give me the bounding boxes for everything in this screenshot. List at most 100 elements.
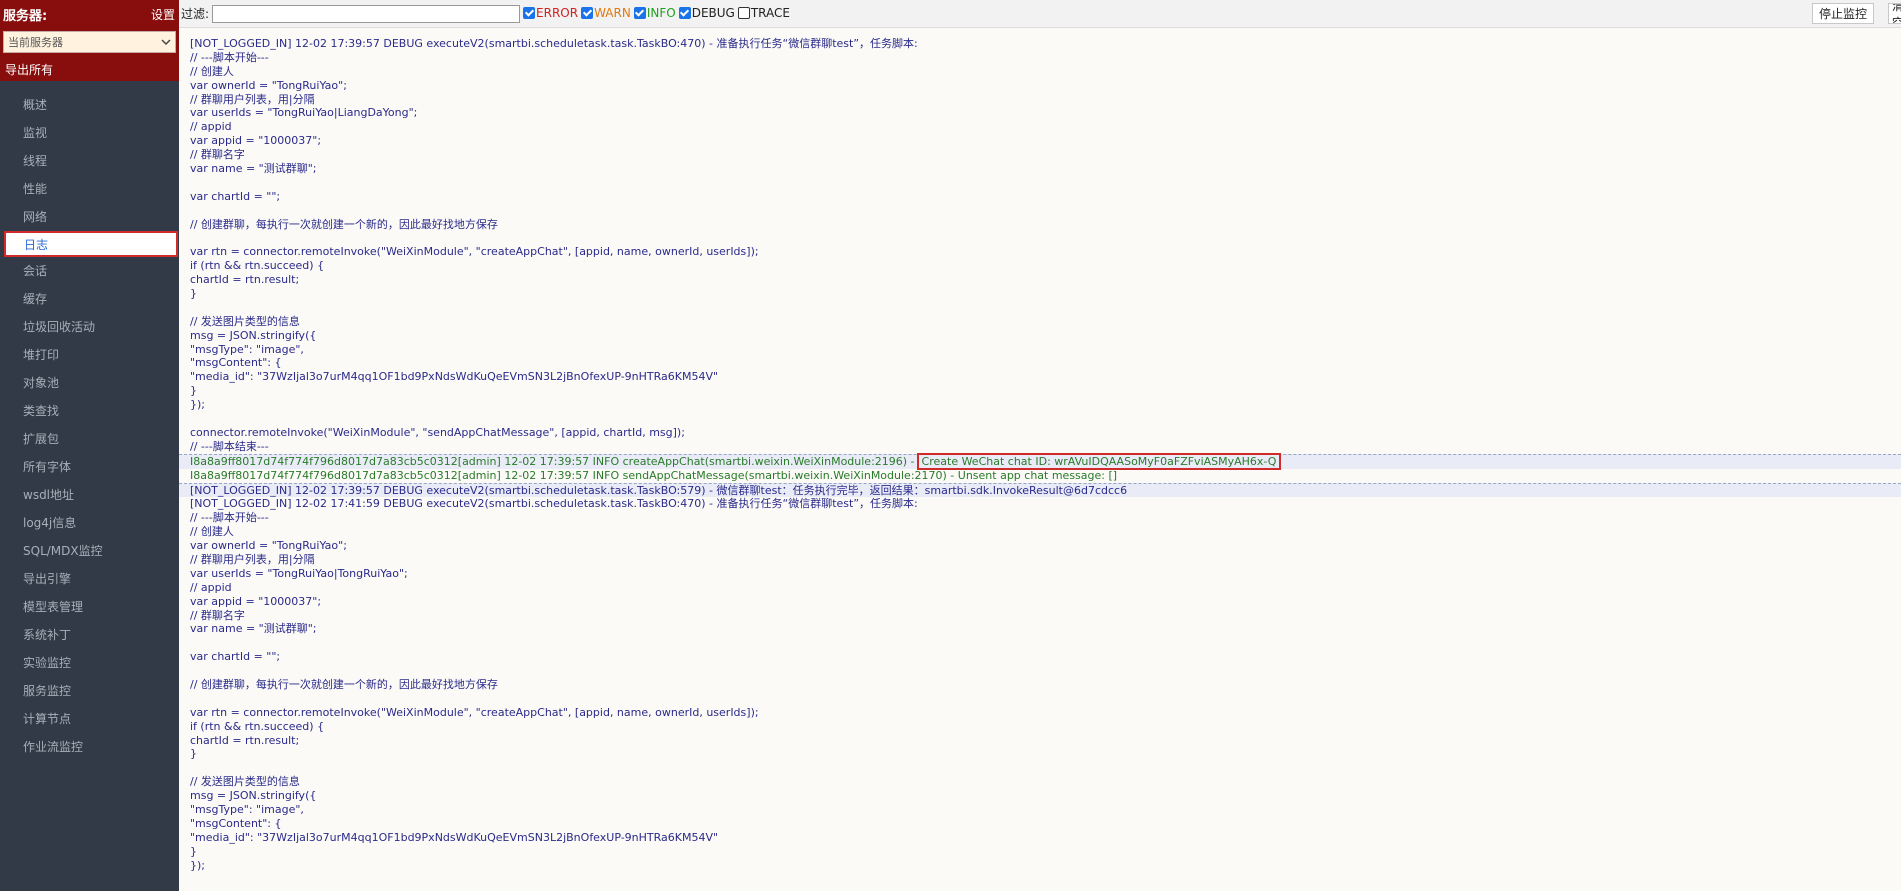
- sidebar-item[interactable]: 会话: [0, 257, 179, 285]
- log-line-text: var chartId = "";: [190, 189, 281, 203]
- log-line-text: // 创建人: [190, 64, 234, 78]
- log-line: // 创建人: [190, 525, 1901, 539]
- level-label: INFO: [646, 5, 676, 20]
- log-line-text: var rtn = connector.remoteInvoke("WeiXin…: [190, 245, 759, 259]
- log-line: // 群聊名字: [190, 148, 1901, 162]
- checkbox[interactable]: [678, 6, 691, 19]
- log-line: var name = "测试群聊";: [190, 622, 1901, 636]
- server-select-value: 当前服务器: [8, 36, 63, 49]
- level-label: DEBUG: [691, 5, 735, 20]
- log-line-text: var userIds = "TongRuiYao|LiangDaYong";: [190, 106, 418, 120]
- sidebar-item[interactable]: 服务监控: [0, 677, 179, 705]
- sidebar-item[interactable]: 监视: [0, 119, 179, 147]
- sidebar-item[interactable]: 类查找: [0, 397, 179, 425]
- log-line-text: // 创建群聊，每执行一次就创建一个新的，因此最好找地方保存: [190, 217, 498, 231]
- log-line-text: });: [190, 398, 205, 412]
- level-filters: ERROR WARN INFO DEBUG TRACE: [520, 6, 790, 22]
- log-line: "media_id": "37WzIjal3o7urM4qq1OF1bd9PxN…: [190, 831, 1901, 845]
- log-line: // 群聊用户列表，用|分隔: [190, 93, 1901, 107]
- log-line-text: var chartId = "";: [190, 650, 281, 664]
- checkbox[interactable]: [737, 6, 750, 19]
- sidebar-item[interactable]: 扩展包: [0, 425, 179, 453]
- log-line-text: chartId = rtn.result;: [190, 733, 300, 747]
- sidebar-item[interactable]: 实验监控: [0, 649, 179, 677]
- checkbox[interactable]: [523, 6, 536, 19]
- log-line-text: var userIds = "TongRuiYao|TongRuiYao";: [190, 566, 408, 580]
- sidebar-item[interactable]: 对象池: [0, 369, 179, 397]
- sidebar-item[interactable]: 模型表管理: [0, 593, 179, 621]
- sidebar-item[interactable]: 所有字体: [0, 453, 179, 481]
- log-line-text: I8a8a9ff8017d74f774f796d8017d7a83cb5c031…: [190, 454, 915, 468]
- sidebar-item[interactable]: wsdl地址: [0, 481, 179, 509]
- level-filter-debug[interactable]: DEBUG: [678, 5, 735, 20]
- log-line: // appid: [190, 581, 1901, 595]
- filter-input[interactable]: [212, 4, 521, 23]
- sidebar-item[interactable]: 概述: [0, 91, 179, 119]
- log-line: msg = JSON.stringify({: [190, 329, 1901, 343]
- settings-link[interactable]: 设置: [151, 6, 175, 23]
- log-line: var userIds = "TongRuiYao|TongRuiYao";: [190, 567, 1901, 581]
- log-line-text: if (rtn && rtn.succeed) {: [190, 259, 325, 273]
- log-line-text: // 群聊名字: [190, 148, 245, 162]
- log-line: // ---脚本开始---: [190, 51, 1901, 65]
- server-select[interactable]: 当前服务器: [3, 31, 176, 53]
- log-line: });: [190, 398, 1901, 412]
- log-line-text: [NOT_LOGGED_IN] 12-02 17:39:57 DEBUG exe…: [190, 483, 1128, 497]
- log-line-text: chartId = rtn.result;: [190, 273, 300, 287]
- level-filter-info[interactable]: INFO: [633, 5, 676, 20]
- sidebar-item[interactable]: 垃圾回收活动: [0, 313, 179, 341]
- log-line-text: I8a8a9ff8017d74f774f796d8017d7a83cb5c031…: [190, 468, 1118, 482]
- sidebar-item[interactable]: 堆打印: [0, 341, 179, 369]
- checkbox[interactable]: [581, 6, 594, 19]
- server-header: 服务器: 设置: [0, 0, 179, 28]
- log-line-text: [NOT_LOGGED_IN] 12-02 17:39:57 DEBUG exe…: [190, 37, 918, 50]
- sidebar-item[interactable]: 导出引擎: [0, 565, 179, 593]
- sidebar-item[interactable]: 线程: [0, 147, 179, 175]
- sidebar-item[interactable]: 性能: [0, 175, 179, 203]
- log-line: var chartId = "";: [190, 650, 1901, 664]
- level-filter-trace[interactable]: TRACE: [737, 5, 790, 20]
- log-line-text: // ---脚本开始---: [190, 511, 269, 525]
- sidebar-item[interactable]: SQL/MDX监控: [0, 537, 179, 565]
- sidebar-item[interactable]: log4j信息: [0, 509, 179, 537]
- stop-monitor-button[interactable]: 停止监控: [1812, 3, 1875, 24]
- log-line: }: [190, 384, 1901, 398]
- log-line-text: "msgContent": {: [190, 816, 282, 830]
- sidebar-item[interactable]: 网络: [0, 203, 179, 231]
- log-line: "media_id": "37WzIjal3o7urM4qq1OF1bd9PxN…: [190, 370, 1901, 384]
- level-label: TRACE: [750, 5, 790, 20]
- level-filter-warn[interactable]: WARN: [581, 6, 631, 20]
- sidebar-item[interactable]: 缓存: [0, 285, 179, 313]
- sidebar-item[interactable]: 计算节点: [0, 705, 179, 733]
- export-all-button[interactable]: 导出所有: [0, 57, 179, 81]
- log-line: }: [190, 287, 1901, 301]
- log-line-text: // 群聊用户列表，用|分隔: [190, 552, 315, 566]
- log-line: var appid = "1000037";: [190, 134, 1901, 148]
- sidebar-item[interactable]: 系统补丁: [0, 621, 179, 649]
- sidebar-item[interactable]: 日志: [4, 231, 178, 257]
- log-panel[interactable]: [NOT_LOGGED_IN] 12-02 17:39:57 DEBUG exe…: [179, 29, 1901, 891]
- log-line-text: if (rtn && rtn.succeed) {: [190, 719, 325, 733]
- log-line: var userIds = "TongRuiYao|LiangDaYong";: [190, 106, 1901, 120]
- log-line: [NOT_LOGGED_IN] 12-02 17:39:57 DEBUG exe…: [179, 482, 1901, 498]
- log-line-text: var appid = "1000037";: [190, 134, 322, 148]
- log-line-text: // 创建群聊，每执行一次就创建一个新的，因此最好找地方保存: [190, 677, 498, 691]
- sidebar-nav: 概述 监视 线程 性能 网络 日志 会话 缓存 垃圾回收活动 堆打印 对象池 类查找 扩展包 所有字体 ws…: [0, 91, 179, 761]
- checkbox[interactable]: [633, 6, 646, 19]
- log-line-text: // 群聊用户列表，用|分隔: [190, 92, 315, 106]
- log-line: chartId = rtn.result;: [190, 734, 1901, 748]
- log-line: "msgType": "image",: [190, 803, 1901, 817]
- log-line-text: connector.remoteInvoke("WeiXinModule", "…: [190, 425, 685, 439]
- log-line-text: msg = JSON.stringify({: [190, 328, 317, 342]
- clear-button[interactable]: 清空: [1888, 3, 1901, 24]
- log-line-text: "msgContent": {: [190, 356, 282, 370]
- log-line: }: [190, 747, 1901, 761]
- toolbar: 过滤: ERROR WARN INFO DEBUG TRACE 停止监控 清空: [179, 0, 1901, 28]
- sidebar-item[interactable]: 作业流监控: [0, 733, 179, 761]
- level-filter-error[interactable]: ERROR: [523, 6, 578, 20]
- log-line: "msgContent": {: [190, 817, 1901, 831]
